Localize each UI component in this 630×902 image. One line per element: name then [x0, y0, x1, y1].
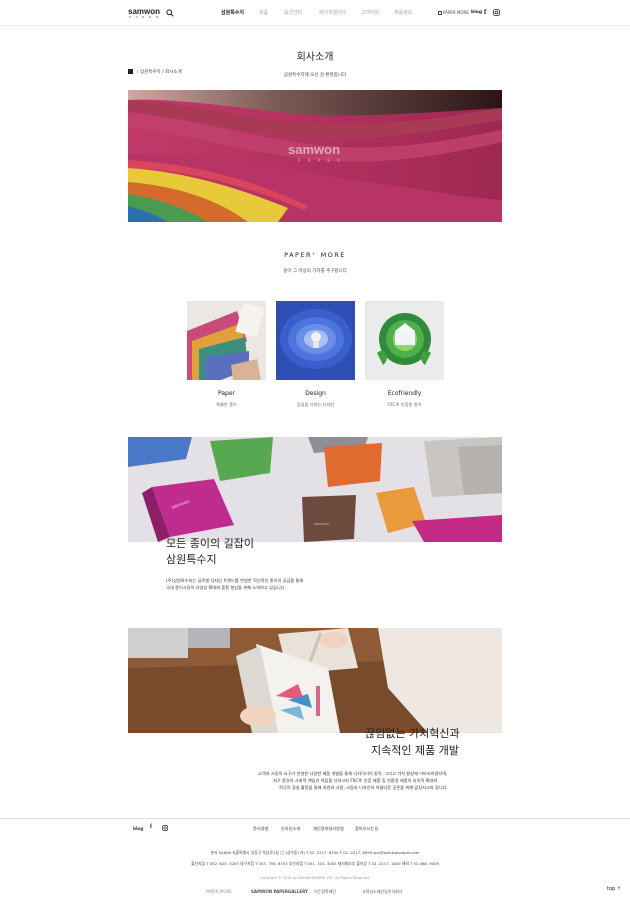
- footer-blog-link[interactable]: blog: [133, 826, 143, 831]
- card-eco-image: [365, 301, 444, 380]
- card-design[interactable]: Design 감성을 더하는 디자인: [276, 301, 355, 408]
- nav-item-paper-gallery[interactable]: 페이퍼갤러리: [319, 9, 347, 16]
- desk-banner: [128, 628, 502, 733]
- card-design-title: Design: [305, 390, 326, 397]
- site-header: samwon P A P E R 삼원특수지 제품 옵션센터 페이퍼갤러리 고객…: [0, 0, 630, 26]
- block1-headline-1: 모든 종이의 길잡이: [166, 537, 254, 550]
- boxes-banner: samwon samwon: [128, 437, 502, 542]
- footer-link-online[interactable]: 온라인소개: [281, 826, 300, 832]
- facebook-icon[interactable]: f: [484, 8, 486, 16]
- footer-link-directions[interactable]: 찾아오시는길: [355, 826, 378, 832]
- block1-headline-2: 삼원특수지: [166, 553, 217, 566]
- nav-item-option-center[interactable]: 옵션센터: [284, 9, 302, 16]
- block1-paragraph-2: 국내 종이시장의 다양성 확대와 품질 향상을 위해 노력하고 있습니다.: [166, 585, 286, 590]
- footer-brand-gallery[interactable]: SAMWON PAPERGALLERY: [251, 889, 308, 894]
- footer-facebook-icon[interactable]: f: [150, 824, 152, 830]
- block2-headline-1: 끊임없는 가치혁신과: [365, 727, 460, 740]
- section-subtitle: 종이 그 이상의 가치를 추구합니다: [283, 269, 347, 274]
- card-paper[interactable]: Paper 특별한 종이: [187, 301, 266, 408]
- blog-link[interactable]: blog: [471, 10, 482, 15]
- footer-branches: 울산지점 T 052. 625. 3283 대구지점 T 053. 756. 8…: [191, 861, 439, 866]
- footer-address: 본사 04808 서울특별시 성동구 뚝섬로1길 ◯ (성수동1가) T 02.…: [210, 850, 420, 855]
- block1-paragraph-1: (주)삼원특수지는 글로벌 디자인 트랜드를 반영한 혁신적인 종이의 공급을 …: [166, 578, 304, 583]
- block2-paragraph-3: 적극적 경영 활동을 통해 자연과 사람, 사람과 디자인의 아름다운 공존을 …: [279, 785, 448, 790]
- card-eco-sub: FSC® 인증된 종이: [387, 402, 422, 407]
- card-eco[interactable]: Ecofriendly FSC® 인증된 종이: [365, 301, 444, 408]
- svg-text:samwon: samwon: [314, 521, 329, 526]
- footer-instagram-icon[interactable]: [162, 825, 168, 831]
- card-eco-title: Ecofriendly: [387, 390, 422, 397]
- paper-more-mark-icon: [438, 11, 442, 15]
- scroll-top-button[interactable]: top ↑: [607, 886, 621, 892]
- boxes-image: samwon samwon: [128, 437, 502, 542]
- page-title: 회사소개: [296, 52, 334, 63]
- search-icon[interactable]: [166, 9, 174, 17]
- nav-item-samwon[interactable]: 삼원특수지: [221, 9, 244, 16]
- footer-copyright: Copyright © 2018 by SAMWONPAPER LTD. All…: [259, 876, 371, 880]
- card-design-sub: 감성을 더하는 디자인: [296, 402, 335, 407]
- page-subtitle: 삼원특수지에 오신 걸 환영합니다: [283, 73, 347, 78]
- hero-paper-banner: samwon P A P E R: [128, 90, 502, 222]
- paper-more-link[interactable]: PAPER MORE: [438, 10, 469, 15]
- block2-paragraph-2: 지구 환경의 사회적 책임과 역할을 다하고자 FSC® 인증 제품 및 친환경…: [273, 778, 438, 783]
- card-paper-image: [187, 301, 266, 380]
- banner-watermark: samwon: [288, 142, 341, 157]
- footer-brand-foundation[interactable]: 이든장학재단: [314, 889, 336, 895]
- nav-item-recruit[interactable]: 채용정보: [394, 9, 412, 16]
- section-title: PAPER⁺ MORE: [284, 251, 346, 259]
- block2-headline-2: 지속적인 제품 개발: [371, 744, 459, 757]
- card-paper-sub: 특별한 종이: [216, 402, 237, 407]
- banner-watermark-sub: P A P E R: [298, 158, 343, 163]
- instagram-icon[interactable]: [493, 9, 500, 16]
- footer-link-privacy[interactable]: 개인정보처리방침: [313, 826, 344, 832]
- card-paper-title: Paper: [218, 390, 235, 397]
- footer-brand-papermore[interactable]: PAPER MORE: [206, 889, 232, 894]
- card-design-image: [276, 301, 355, 380]
- site-logo-sub: P A P E R: [129, 15, 161, 19]
- footer-link-ethics[interactable]: 윤리경영: [253, 826, 268, 832]
- footer-brand-koryo[interactable]: 고려산소재산업주식회사: [362, 889, 402, 895]
- nav-item-products[interactable]: 제품: [259, 9, 268, 16]
- desk-image: [128, 628, 502, 733]
- nav-item-support[interactable]: 고객지원: [361, 9, 379, 16]
- block2-paragraph-1: 고객과 시장의 요구가 반영된 다양한 제품 개발을 통해 디자이너의 창작, …: [258, 771, 448, 776]
